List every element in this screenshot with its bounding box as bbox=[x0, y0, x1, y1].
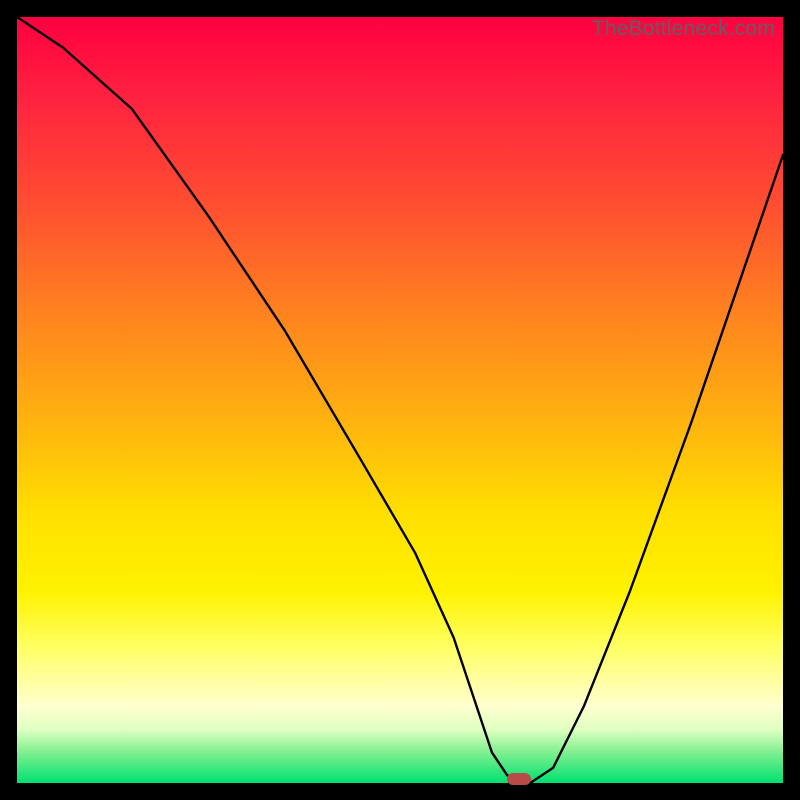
chart-frame: TheBottleneck.com bbox=[0, 0, 800, 800]
optimal-point-marker bbox=[507, 773, 531, 785]
bottleneck-curve bbox=[17, 17, 783, 783]
chart-plot-area: TheBottleneck.com bbox=[17, 17, 783, 783]
